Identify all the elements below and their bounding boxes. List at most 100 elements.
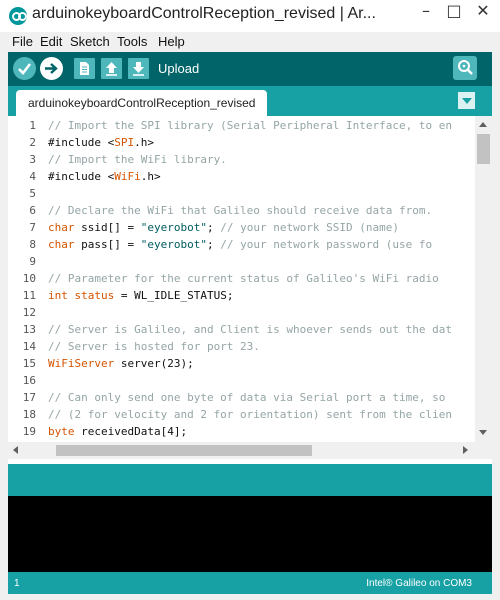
upload-icon (45, 63, 58, 74)
code-token: = WL_IDLE_STATUS; (114, 289, 234, 302)
code-token: server(23); (114, 357, 194, 370)
line-number: 9 (29, 255, 36, 268)
line-number: 13 (22, 323, 36, 336)
code-text: // Import the WiFi library. (48, 151, 227, 168)
line-number: 2 (29, 136, 36, 149)
line-number: 11 (22, 289, 36, 302)
toolbar-hover-label: Upload (158, 61, 200, 76)
arduino-app-icon (9, 7, 27, 25)
code-token: // your network password (use fo (220, 238, 433, 251)
code-token: #include < (48, 170, 115, 183)
code-token: // your network SSID (name) (220, 221, 400, 234)
code-token: WiFi (114, 170, 141, 183)
code-token: "eyerobot" (140, 238, 207, 251)
upload-button[interactable] (40, 57, 63, 80)
code-token: char (48, 238, 75, 251)
code-text: int status = WL_IDLE_STATUS; (48, 287, 233, 304)
code-token: // Parameter for the current status of G… (48, 272, 439, 285)
code-text: // (2 for velocity and 2 for orientation… (48, 406, 452, 423)
code-token: char (48, 221, 75, 234)
menu-edit[interactable]: Edit (40, 34, 62, 49)
menu-file[interactable]: File (12, 34, 33, 49)
maximize-button[interactable]: □ (441, 0, 467, 24)
code-editor[interactable]: 1 // Import the SPI library (Serial Perip… (8, 116, 475, 442)
line-number-indicator: 1 (14, 578, 20, 589)
tab-sketch[interactable]: arduinokeyboardControlReception_revised (16, 90, 268, 116)
line-number: 7 (29, 221, 36, 234)
line-number: 8 (29, 238, 36, 251)
tab-bar: arduinokeyboardControlReception_revised (8, 86, 492, 116)
code-text: // Server is Galileo, and Client is whoe… (48, 321, 452, 338)
scroll-down-icon[interactable] (479, 430, 487, 435)
serial-monitor-button[interactable] (453, 56, 477, 80)
console-output[interactable] (8, 496, 492, 572)
line-number: 5 (29, 187, 36, 200)
close-button[interactable]: ✕ (470, 0, 496, 24)
menu-tools[interactable]: Tools (117, 34, 147, 49)
verify-button[interactable] (13, 57, 36, 80)
menu-bar: File Edit Sketch Tools Help (0, 32, 500, 52)
open-icon (106, 62, 117, 76)
code-token: .h> (140, 170, 161, 183)
line-number: 14 (22, 340, 36, 353)
scroll-left-icon[interactable] (13, 446, 18, 454)
line-number: 1 (29, 119, 36, 132)
line-number: 10 (22, 272, 36, 285)
code-text: #include <WiFi.h> (48, 168, 161, 185)
vertical-scrollbar[interactable] (475, 116, 492, 442)
status-bar: 1 Intel® Galileo on COM3 (8, 572, 492, 594)
code-token: ; (206, 221, 221, 234)
horizontal-scrollbar[interactable] (8, 442, 492, 459)
line-number: 6 (29, 204, 36, 217)
line-number: 4 (29, 170, 36, 183)
code-token: int (48, 289, 68, 302)
code-token: status (74, 289, 115, 302)
code-text: // Declare the WiFi that Galileo should … (48, 202, 432, 219)
board-port-indicator: Intel® Galileo on COM3 (366, 578, 472, 589)
code-text: // Parameter for the current status of G… (48, 270, 439, 287)
code-token: // Server is hosted for port 23. (48, 340, 260, 353)
code-token: // Import the WiFi library. (48, 153, 227, 166)
code-token: ; (206, 238, 221, 251)
code-text: char ssid[] = "eyerobot"; // your networ… (48, 219, 399, 236)
code-token: pass[] = (74, 238, 141, 251)
code-text: // Server is hosted for port 23. (48, 338, 260, 355)
code-text: WiFiServer server(23); (48, 355, 194, 372)
message-area (8, 464, 492, 496)
code-text: char pass[] = "eyerobot"; // your networ… (48, 236, 432, 253)
scroll-up-icon[interactable] (479, 122, 487, 127)
code-token: WiFiServer (48, 357, 115, 370)
vertical-scroll-thumb[interactable] (477, 134, 490, 164)
window-frame-bottom (0, 594, 500, 600)
code-token: // Declare the WiFi that Galileo should … (48, 204, 433, 217)
line-number: 16 (22, 374, 36, 387)
code-token: SPI (114, 136, 135, 149)
open-button[interactable] (101, 58, 122, 79)
horizontal-scroll-thumb[interactable] (56, 445, 312, 456)
new-icon (80, 62, 89, 75)
title-bar: arduinokeyboardControlReception_revised … (0, 0, 500, 32)
code-token: .h> (134, 136, 154, 149)
save-button[interactable] (128, 58, 149, 79)
minimize-button[interactable]: – (413, 0, 439, 24)
code-text: byte receivedData[4]; (48, 423, 187, 440)
line-number: 15 (22, 357, 36, 370)
code-token: // Can only send one byte of data via Se… (48, 391, 446, 404)
code-token: // (2 for velocity and 2 for orientation… (48, 408, 452, 421)
menu-help[interactable]: Help (158, 34, 185, 49)
code-token: // Server is Galileo, and Client is whoe… (48, 323, 452, 336)
new-button[interactable] (74, 58, 95, 79)
scroll-right-icon[interactable] (463, 446, 468, 454)
line-number: 3 (29, 153, 36, 166)
code-token: // Import the SPI library (Serial Periph… (48, 119, 452, 132)
code-token: #include < (48, 136, 115, 149)
menu-sketch[interactable]: Sketch (70, 34, 110, 49)
line-number: 12 (22, 306, 36, 319)
window-frame-right (492, 52, 500, 600)
code-token: byte (48, 425, 75, 438)
save-icon (133, 62, 144, 76)
tab-menu-button[interactable] (458, 92, 475, 109)
code-text: // Can only send one byte of data via Se… (48, 389, 445, 406)
code-text: // Import the SPI library (Serial Periph… (48, 117, 452, 134)
